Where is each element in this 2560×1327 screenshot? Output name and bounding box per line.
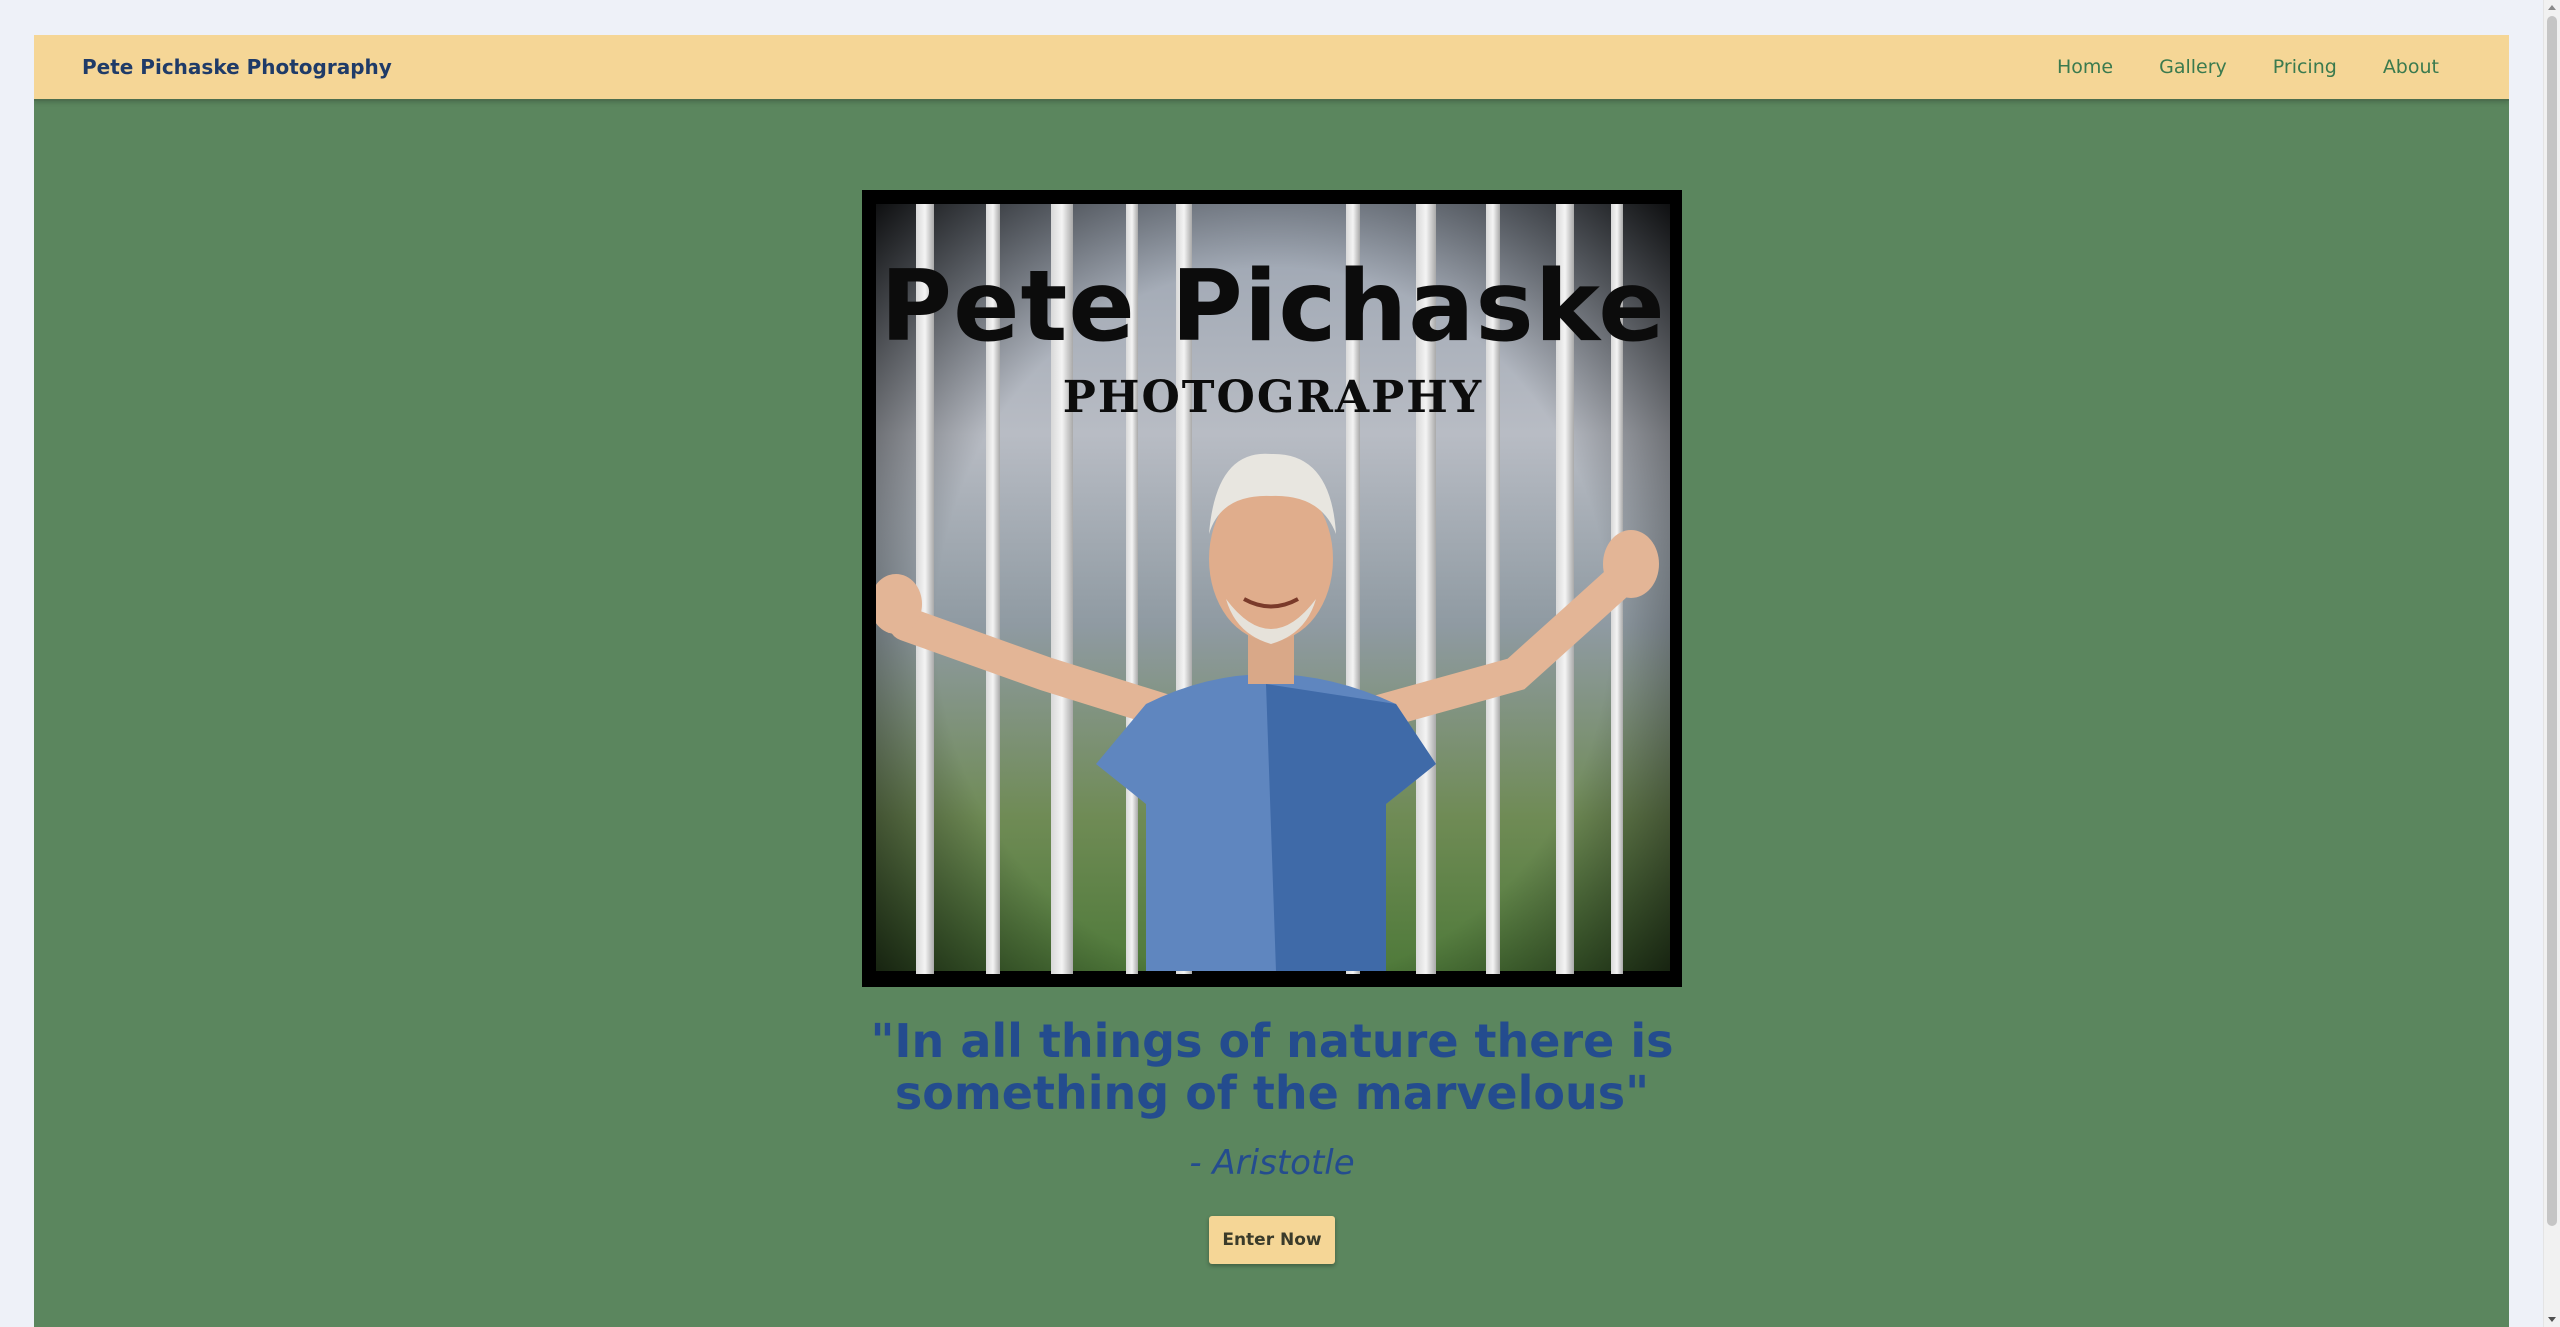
scroll-thumb[interactable] [2547, 16, 2557, 1226]
nav-home[interactable]: Home [2057, 35, 2113, 99]
scroll-down-arrow-icon[interactable] [2548, 1317, 2556, 1322]
photo-title: Pete Pichaske [880, 250, 1666, 364]
nav-pricing[interactable]: Pricing [2273, 35, 2337, 99]
quote-author: - Aristotle [1189, 1143, 1355, 1183]
vertical-scrollbar[interactable] [2543, 0, 2560, 1327]
photo-subtitle: PHOTOGRAPHY [1062, 372, 1484, 423]
nav-links: Home Gallery Pricing About [2057, 35, 2439, 99]
enter-now-button[interactable]: Enter Now [1209, 1216, 1335, 1264]
hero-photo-scene: Pete Pichaske PHOTOGRAPHY [876, 204, 1670, 974]
hero-photo: Pete Pichaske PHOTOGRAPHY [862, 190, 1682, 987]
navbar: Pete Pichaske Photography Home Gallery P… [34, 35, 2509, 101]
hero-quote: "In all things of nature there is someth… [870, 1014, 1674, 1120]
scroll-up-arrow-icon[interactable] [2548, 5, 2556, 10]
nav-gallery[interactable]: Gallery [2159, 35, 2227, 99]
page-frame: Pete Pichaske Photography Home Gallery P… [34, 35, 2509, 1327]
nav-about[interactable]: About [2383, 35, 2439, 99]
brand-link[interactable]: Pete Pichaske Photography [82, 35, 392, 99]
